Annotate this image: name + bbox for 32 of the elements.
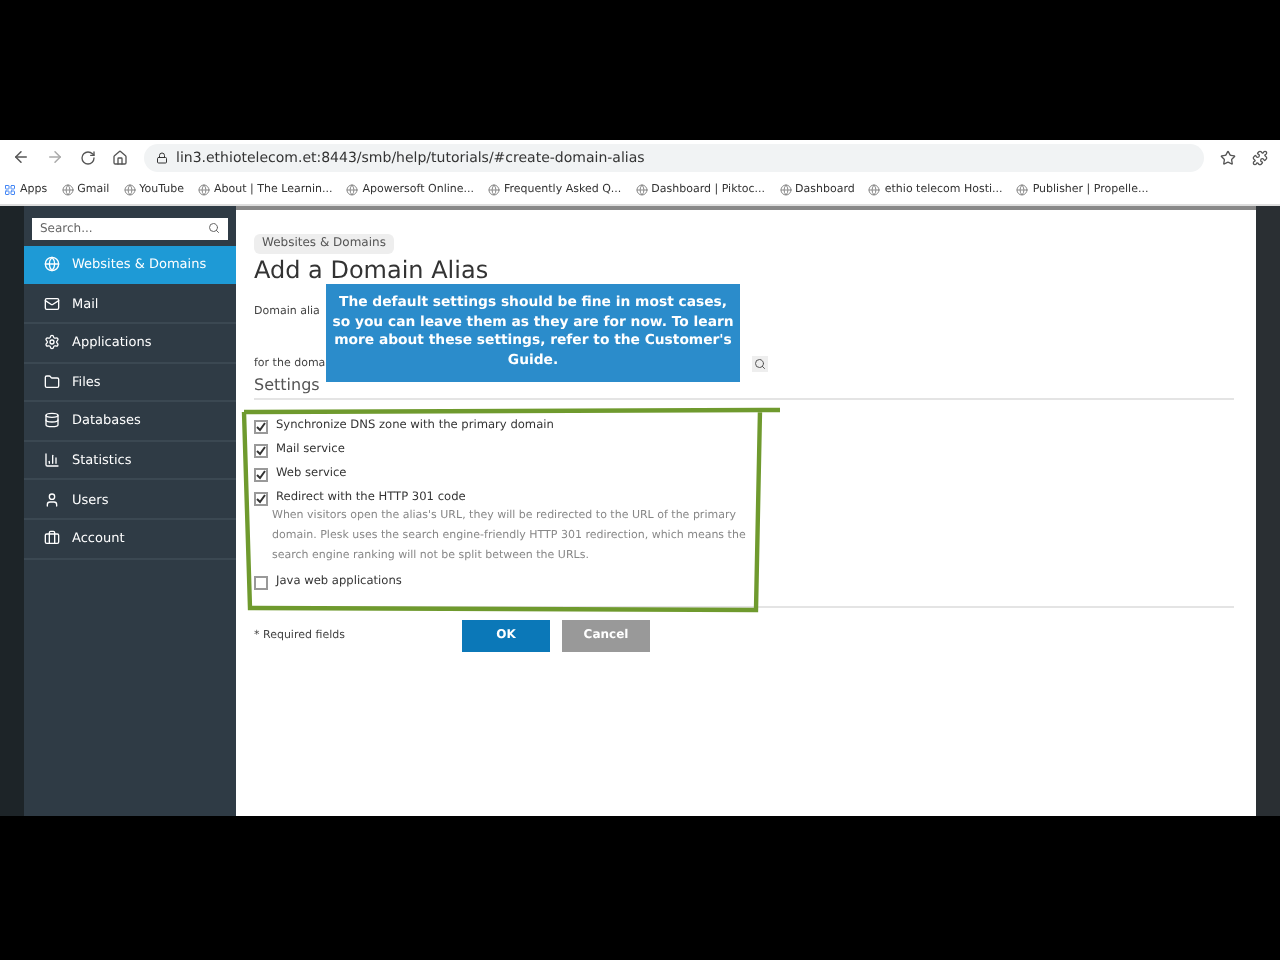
search-button[interactable]: [752, 355, 768, 372]
puzzle-icon[interactable]: [1252, 149, 1268, 166]
globe-icon: [488, 183, 501, 196]
globe-icon: [198, 183, 211, 196]
checkbox[interactable]: [254, 575, 268, 590]
bar-chart-icon: [44, 452, 60, 469]
page-title: Add a Domain Alias: [254, 255, 491, 284]
back-icon[interactable]: [12, 148, 30, 167]
globe-icon: [346, 183, 359, 196]
envelope-icon: [44, 295, 60, 312]
globe-icon: [61, 183, 74, 196]
reload-icon[interactable]: [80, 149, 96, 166]
checkbox[interactable]: [254, 491, 268, 506]
search-icon: [208, 222, 220, 235]
globe-icon: [1016, 183, 1029, 196]
grid-icon: [4, 183, 16, 196]
globe-icon: [44, 256, 60, 273]
home-icon[interactable]: [112, 149, 128, 166]
checkbox[interactable]: [254, 419, 268, 434]
globe-icon: [635, 183, 648, 196]
checkbox[interactable]: [254, 467, 268, 482]
folder-icon: [44, 373, 60, 390]
user-icon: [44, 491, 60, 508]
checkbox[interactable]: [254, 443, 268, 458]
briefcase-icon: [44, 530, 60, 547]
star-icon[interactable]: [1220, 149, 1236, 166]
globe-icon: [868, 183, 881, 196]
lock-icon: [156, 151, 168, 164]
database-icon: [44, 412, 60, 429]
globe-icon: [123, 183, 136, 196]
gear-icon: [44, 334, 60, 351]
globe-icon: [779, 183, 792, 196]
